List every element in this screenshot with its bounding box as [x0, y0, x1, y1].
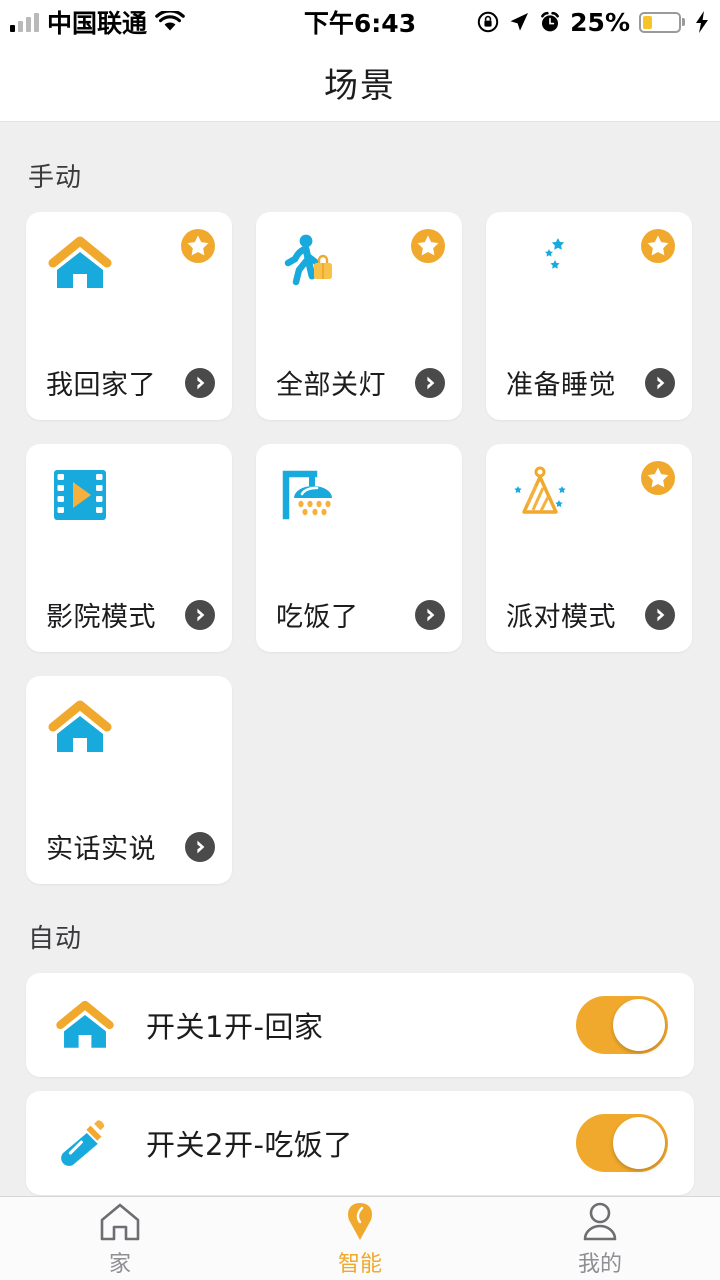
manual-scene-grid: 我回家了 全部关灯 准备睡觉 影院模式 吃饭了 派对模式 实话实说	[0, 212, 720, 884]
tab-profile[interactable]: 我的	[480, 1200, 720, 1278]
location-arrow-icon	[510, 13, 529, 31]
page-title: 场景	[324, 66, 396, 106]
chevron-right-circle-icon[interactable]	[644, 599, 676, 631]
house-icon	[48, 236, 112, 288]
chevron-right-circle-icon[interactable]	[184, 599, 216, 631]
scene-card[interactable]: 全部关灯	[256, 212, 462, 420]
person-outline-icon	[583, 1202, 617, 1240]
smart-pin-icon	[348, 1202, 372, 1240]
rotation-lock-icon	[477, 11, 499, 33]
app-screen: 中国联通 下午6:43 25% 场景 手动 我回家了 全部关灯 准备睡觉 影院模…	[0, 0, 720, 1280]
tab-label: 家	[108, 1251, 131, 1277]
automation-row[interactable]: 开关1开-回家	[26, 973, 694, 1077]
status-bar-right: 25%	[477, 0, 710, 44]
automation-label: 开关1开-回家	[146, 1010, 324, 1044]
automation-list: 开关1开-回家 开关2开-吃饭了	[0, 973, 720, 1195]
battery-percent-label: 25%	[570, 7, 630, 37]
favorite-star-badge-icon[interactable]	[640, 228, 676, 264]
bottom-tab-bar: 家 智能 我的	[0, 1196, 720, 1280]
scene-footer: 影院模式	[46, 595, 216, 634]
favorite-star-badge-icon[interactable]	[180, 228, 216, 264]
crescent-moon-stars-icon	[518, 238, 565, 286]
chevron-right-circle-icon[interactable]	[414, 599, 446, 631]
scene-card[interactable]: 吃饭了	[256, 444, 462, 652]
section-header-auto: 自动	[28, 924, 83, 954]
navigation-bar: 场景	[0, 44, 720, 122]
baby-bottle-icon	[61, 1120, 105, 1166]
scene-footer: 实话实说	[46, 827, 216, 866]
lightning-bolt-icon	[696, 11, 708, 33]
scrollable-content[interactable]: 手动 我回家了 全部关灯 准备睡觉 影院模式 吃饭了 派对模式 实话实说 自动 …	[0, 123, 720, 1196]
home-outline-icon	[100, 1203, 140, 1240]
scene-card[interactable]: 准备睡觉	[486, 212, 692, 420]
scene-label: 准备睡觉	[506, 370, 616, 401]
scene-label: 实话实说	[46, 834, 156, 865]
scene-footer: 全部关灯	[276, 363, 446, 402]
scene-label: 吃饭了	[276, 602, 359, 633]
chevron-right-circle-icon[interactable]	[184, 831, 216, 863]
favorite-star-badge-icon[interactable]	[640, 460, 676, 496]
house-icon	[56, 1000, 114, 1048]
scene-card[interactable]: 实话实说	[26, 676, 232, 884]
alarm-clock-icon	[541, 11, 560, 32]
scene-footer: 吃饭了	[276, 595, 446, 634]
tab-home[interactable]: 家	[0, 1200, 240, 1278]
chevron-right-circle-icon[interactable]	[644, 367, 676, 399]
tab-label: 智能	[337, 1251, 382, 1277]
walking-person-with-suitcase-icon	[284, 234, 332, 286]
scene-card[interactable]: 影院模式	[26, 444, 232, 652]
automation-row[interactable]: 开关2开-吃饭了	[26, 1091, 694, 1195]
tab-smart[interactable]: 智能	[240, 1200, 480, 1278]
scene-footer: 准备睡觉	[506, 363, 676, 402]
favorite-star-badge-icon[interactable]	[410, 228, 446, 264]
automation-label: 开关2开-吃饭了	[146, 1128, 353, 1162]
automation-toggle[interactable]	[576, 1114, 668, 1172]
status-bar: 中国联通 下午6:43 25%	[0, 0, 720, 44]
party-hat-icon	[514, 466, 566, 514]
scene-label: 全部关灯	[276, 370, 386, 401]
shower-head-icon	[282, 470, 332, 520]
scene-label: 影院模式	[46, 602, 156, 633]
scene-footer: 派对模式	[506, 595, 676, 634]
battery-icon	[639, 11, 685, 33]
scene-label: 我回家了	[46, 370, 156, 401]
chevron-right-circle-icon[interactable]	[414, 367, 446, 399]
status-bar-clock: 下午6:43	[303, 9, 417, 38]
scene-card[interactable]: 我回家了	[26, 212, 232, 420]
scene-card[interactable]: 派对模式	[486, 444, 692, 652]
tab-label: 我的	[577, 1251, 622, 1277]
automation-toggle[interactable]	[576, 996, 668, 1054]
section-header-manual: 手动	[28, 163, 83, 193]
scene-footer: 我回家了	[46, 363, 216, 402]
film-strip-play-icon	[54, 470, 106, 520]
chevron-right-circle-icon[interactable]	[184, 367, 216, 399]
house-icon	[48, 700, 112, 752]
scene-label: 派对模式	[506, 602, 616, 633]
